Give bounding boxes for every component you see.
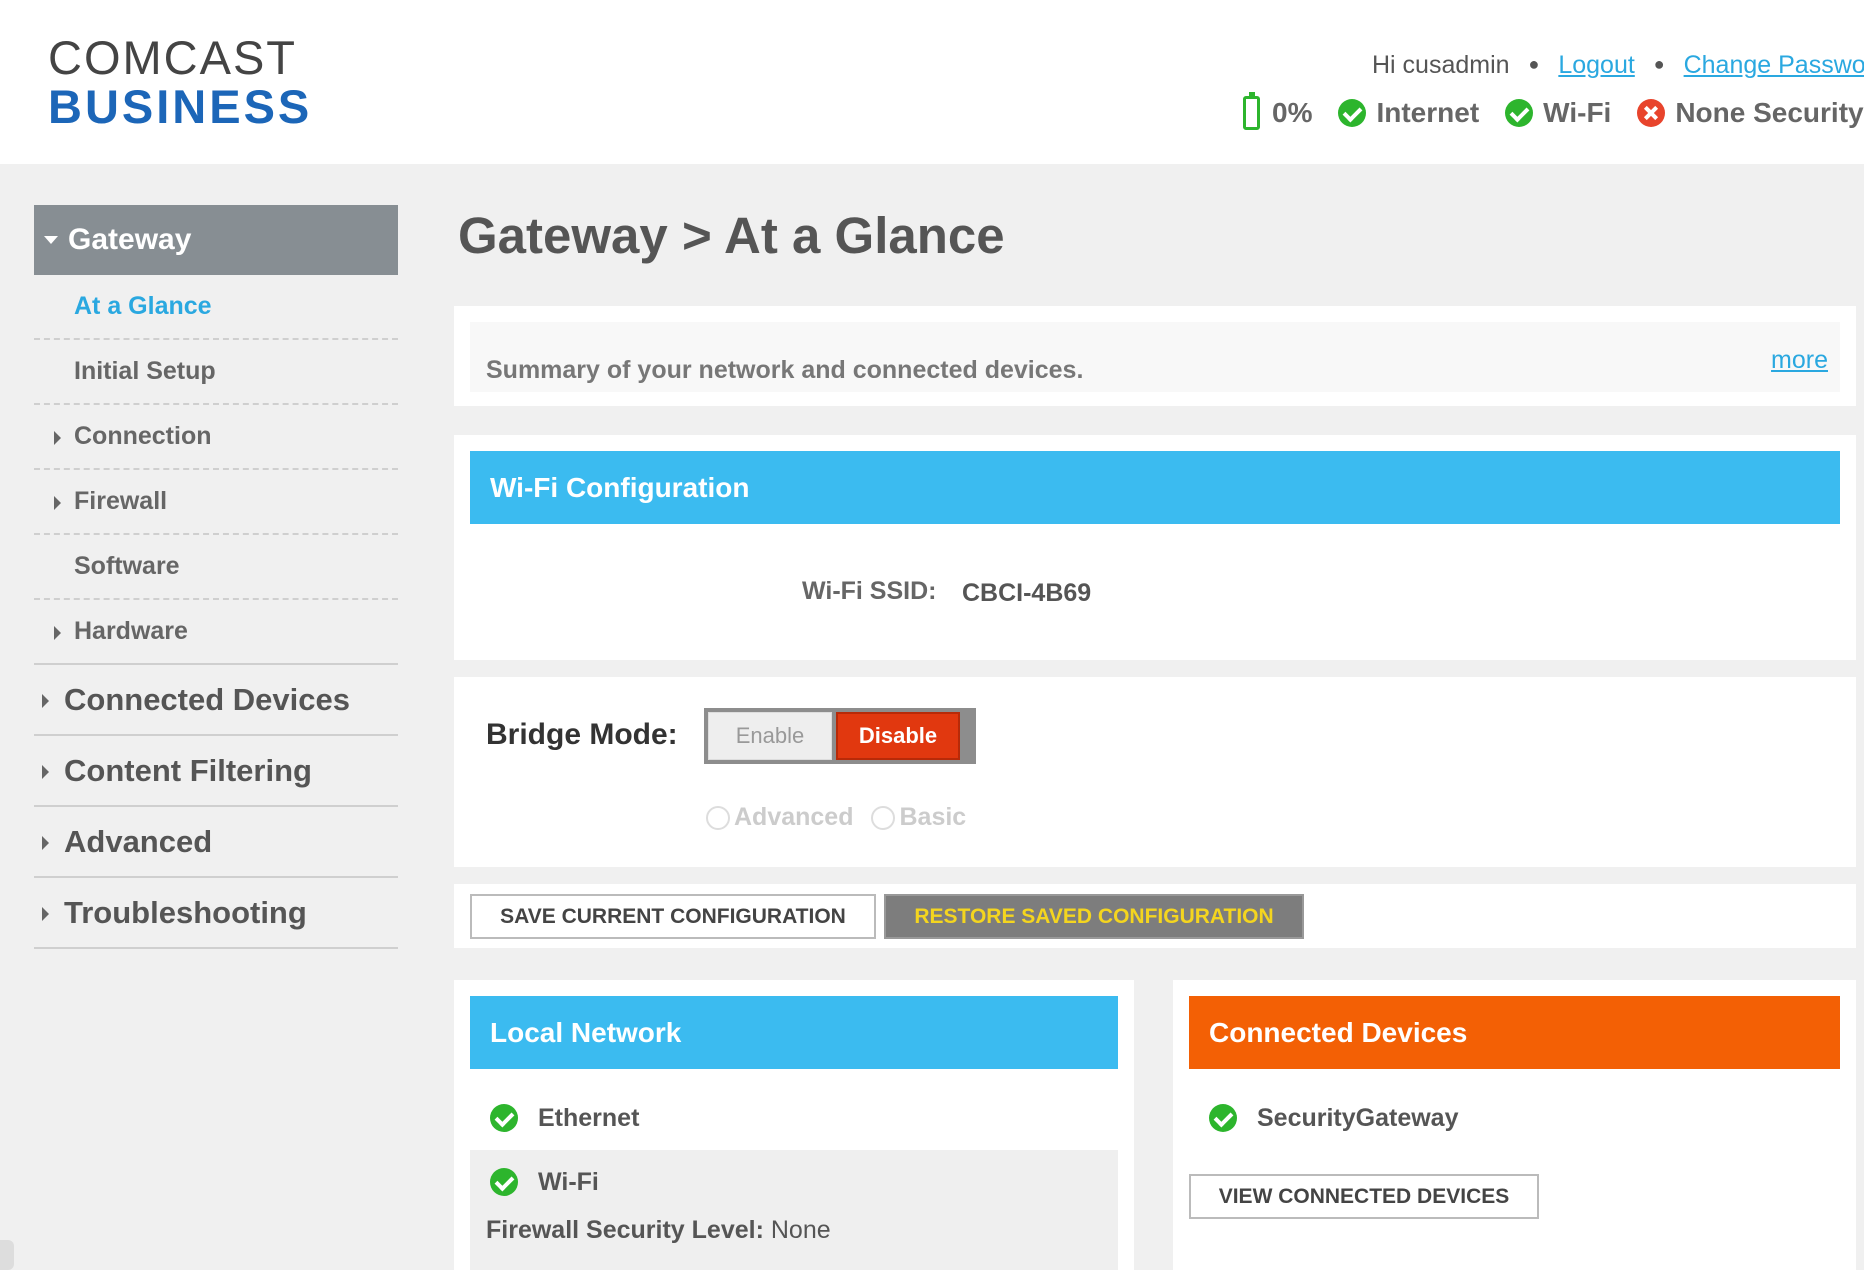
view-connected-devices-button[interactable]: VIEW CONNECTED DEVICES [1189,1174,1539,1219]
check-circle-icon [490,1168,518,1196]
sidebar-item-label: Software [74,552,180,580]
error-circle-icon [1637,99,1666,127]
header: COMCAST BUSINESS Hi cusadmin ● Logout ● … [0,0,1864,164]
change-password-link[interactable]: Change Password [1684,51,1864,79]
wifi-label: Wi-Fi [1543,97,1612,128]
caret-right-icon [42,694,49,708]
sidebar-item-firewall[interactable]: Firewall [34,470,398,535]
device-row: SecurityGateway [1189,1086,1840,1150]
sidebar-item-gateway[interactable]: Gateway [34,205,398,275]
firewall-level-value: None [770,1216,831,1244]
internet-label: Internet [1376,97,1480,128]
radio-advanced[interactable] [706,805,730,830]
sidebar-nav: Gateway At a Glance Initial Setup Connec… [34,205,398,949]
caret-right-icon [42,836,49,850]
sidebar-item-connection[interactable]: Connection [34,405,398,470]
ethernet-label: Ethernet [538,1103,640,1132]
ethernet-row: Ethernet [470,1086,1118,1150]
caret-right-icon [54,496,61,510]
sidebar-item-label: Firewall [74,487,168,515]
local-network-header: Local Network [470,996,1118,1069]
logout-link[interactable]: Logout [1558,51,1634,79]
check-circle-icon [490,1104,518,1132]
security-label: None Security [1675,97,1864,128]
sidebar-item-label: Connected Devices [64,681,350,717]
battery-status: 0% [1243,92,1313,130]
caret-right-icon [54,431,61,445]
bridge-disable-button[interactable]: Disable [836,712,960,760]
local-network-panel: Local Network Ethernet Wi-Fi Firewall Se… [454,980,1134,1270]
config-actions-panel: SAVE CURRENT CONFIGURATION RESTORE SAVED… [454,884,1856,948]
internet-status: Internet [1338,97,1479,129]
bridge-mode-options: Advanced Basic [706,803,966,832]
wifi-ssid-label: Wi-Fi SSID: [802,577,937,605]
logo-line-1: COMCAST [48,31,297,84]
sidebar-item-label: Gateway [68,223,192,256]
summary-panel: Summary of your network and connected de… [454,306,1856,406]
greeting: Hi cusadmin [1372,51,1510,79]
wifi-config-panel: Wi-Fi Configuration Wi-Fi SSID: CBCI-4B6… [454,435,1856,660]
wifi-row: Wi-Fi [470,1150,1118,1270]
sidebar-item-label: Hardware [74,617,188,645]
sidebar-item-label: Initial Setup [74,357,216,385]
page-title: Gateway > At a Glance [458,207,1005,264]
bridge-mode-label: Bridge Mode: [486,718,678,751]
caret-right-icon [42,907,49,921]
restore-configuration-button[interactable]: RESTORE SAVED CONFIGURATION [884,894,1304,939]
security-status: None Security [1637,97,1864,129]
sidebar-item-label: Connection [74,422,212,450]
firewall-security-level: Firewall Security Level: None [486,1216,831,1245]
sidebar-item-troubleshooting[interactable]: Troubleshooting [34,878,398,949]
device-name: SecurityGateway [1257,1103,1459,1132]
sidebar-item-software[interactable]: Software [34,535,398,600]
sidebar-item-at-a-glance[interactable]: At a Glance [34,275,398,340]
caret-right-icon [54,626,61,640]
connected-devices-panel: Connected Devices SecurityGateway VIEW C… [1173,980,1856,1270]
bridge-mode-toggle: Enable Disable [704,708,976,764]
check-circle-icon [1338,99,1367,127]
bridge-mode-panel: Bridge Mode: Enable Disable Advanced Bas… [454,677,1856,867]
separator-dot: ● [1653,54,1665,74]
radio-basic-label: Basic [899,803,967,831]
caret-down-icon [44,236,58,244]
save-configuration-button[interactable]: SAVE CURRENT CONFIGURATION [470,894,876,939]
radio-basic[interactable] [871,805,896,830]
sidebar-item-hardware[interactable]: Hardware [34,600,398,665]
more-link[interactable]: more [1771,346,1828,375]
wifi-label: Wi-Fi [538,1168,599,1196]
wifi-config-header: Wi-Fi Configuration [470,451,1840,524]
sidebar-item-label: Content Filtering [64,752,312,788]
summary-box: Summary of your network and connected de… [470,322,1840,392]
firewall-level-label: Firewall Security Level: [486,1216,764,1244]
sidebar-item-advanced[interactable]: Advanced [34,807,398,878]
sidebar-item-connected-devices[interactable]: Connected Devices [34,665,398,736]
sidebar-item-label: At a Glance [74,292,212,320]
sidebar-item-initial-setup[interactable]: Initial Setup [34,340,398,405]
bridge-enable-button[interactable]: Enable [708,712,832,760]
wifi-ssid-value: CBCI-4B69 [962,579,1092,607]
battery-icon [1243,92,1260,130]
logo-line-2: BUSINESS [48,80,313,133]
sidebar-item-content-filtering[interactable]: Content Filtering [34,736,398,807]
radio-advanced-label: Advanced [734,803,854,831]
check-circle-icon [1209,1104,1237,1132]
comcast-business-logo[interactable]: COMCAST BUSINESS [48,34,312,130]
check-circle-icon [1505,99,1534,127]
status-bar: 0% Internet Wi-Fi None Security [1243,92,1864,130]
wifi-status: Wi-Fi [1505,97,1611,129]
caret-right-icon [42,765,49,779]
sidebar-item-label: Troubleshooting [64,894,307,930]
scrollbar-handle[interactable] [0,1240,14,1270]
sidebar-item-label: Advanced [64,823,213,859]
summary-text: Summary of your network and connected de… [486,356,1084,384]
user-line: Hi cusadmin ● Logout ● Change Password [1372,51,1864,80]
connected-devices-header: Connected Devices [1189,996,1840,1069]
separator-dot: ● [1528,54,1540,74]
battery-value: 0% [1272,97,1313,128]
